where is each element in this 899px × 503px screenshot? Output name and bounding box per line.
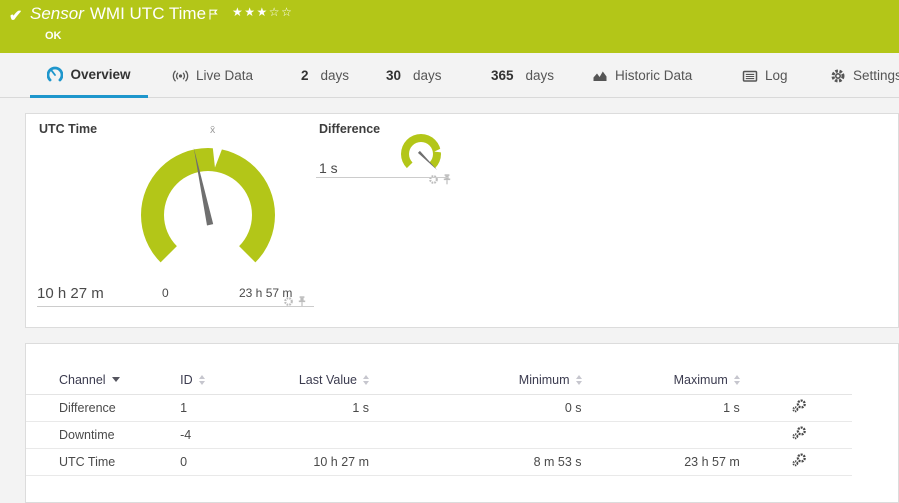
utc-time-scale-min: 0: [162, 286, 169, 300]
maximum-cell: 1 s: [589, 394, 748, 422]
last-value-cell: [278, 421, 378, 449]
tab-label: Historic Data: [615, 68, 693, 83]
column-header-channel[interactable]: Channel: [26, 366, 180, 395]
sort-icon: [363, 374, 370, 385]
area-chart-icon: [592, 68, 608, 83]
log-list-icon: [742, 69, 758, 83]
channel-settings-button[interactable]: [747, 421, 852, 449]
gauge-settings-gear-icon[interactable]: [428, 172, 439, 190]
priority-flag-icon[interactable]: [209, 5, 218, 25]
difference-gauge-title: Difference: [319, 122, 381, 136]
gauge-settings-gear-icon[interactable]: [283, 294, 294, 312]
column-header-last-value[interactable]: Last Value: [278, 366, 378, 395]
id-cell: 1: [179, 394, 279, 422]
status-check-icon: ✔: [9, 8, 23, 25]
channel-settings-button[interactable]: [747, 394, 852, 422]
channel-table: Channel ID Last Value Minimum Maximum Di…: [26, 366, 852, 476]
star-rating[interactable]: ★★★☆☆: [232, 5, 293, 19]
gauge-icon: [47, 66, 64, 82]
channel-gears-icon: [792, 399, 807, 413]
sort-desc-icon: [111, 377, 120, 383]
table-row[interactable]: Downtime -4: [26, 421, 852, 449]
tab-label: 365: [491, 68, 514, 83]
tab-label: 2: [301, 68, 309, 83]
minimum-cell: [377, 421, 590, 449]
minimum-cell: 0 s: [377, 394, 590, 422]
channel-cell: Difference: [26, 394, 180, 422]
id-cell: -4: [179, 421, 279, 449]
tab-label: Overview: [70, 66, 131, 82]
channel-gears-icon: [792, 453, 807, 467]
gauge-pin-icon[interactable]: [442, 172, 452, 190]
channel-gears-icon: [792, 426, 807, 440]
sensor-status-bar: ✔ Sensor WMI UTC Time ★★★☆☆ OK: [0, 0, 899, 53]
minimum-cell: 8 m 53 s: [377, 448, 590, 476]
difference-block-divider: [316, 177, 448, 178]
channel-cell: Downtime: [26, 421, 180, 449]
utc-time-value: 10 h 27 m: [37, 285, 104, 302]
maximum-cell: [589, 421, 748, 449]
column-header-maximum[interactable]: Maximum: [589, 366, 748, 395]
tab-2-days[interactable]: 2 days: [301, 53, 349, 98]
sort-icon: [733, 374, 740, 385]
maximum-cell: 23 h 57 m: [589, 448, 748, 476]
utc-time-gauge: [141, 142, 275, 263]
gauge-pin-icon[interactable]: [297, 294, 307, 312]
column-header-actions: [747, 366, 852, 395]
difference-value: 1 s: [319, 160, 338, 176]
last-value-cell: 10 h 27 m: [278, 448, 378, 476]
tab-label: 30: [386, 68, 402, 83]
tab-bar: Overview Live Data 2 days 30 days 365 days …: [0, 53, 899, 98]
column-header-id[interactable]: ID: [179, 366, 279, 395]
tab-365-days[interactable]: 365 days: [491, 53, 554, 98]
sensor-type-label: Sensor: [30, 4, 84, 23]
last-value-cell: 1 s: [278, 394, 378, 422]
table-header-row: Channel ID Last Value Minimum Maximum: [26, 366, 852, 395]
tab-label: Settings: [853, 68, 899, 83]
sort-icon: [198, 374, 205, 385]
channel-table-body: Difference 1 1 s0 s1 s Downtime -4 UTC Time 0 1…: [26, 394, 852, 476]
tab-label: Live Data: [196, 68, 254, 83]
tab-log[interactable]: Log: [742, 53, 788, 98]
tab-overview[interactable]: Overview: [30, 53, 148, 98]
table-row[interactable]: UTC Time 0 10 h 27 m8 m 53 s 23 h 57 m: [26, 448, 852, 476]
tab-30-days[interactable]: 30 days: [386, 53, 442, 98]
tab-live-data[interactable]: Live Data: [172, 53, 253, 98]
sort-icon: [575, 374, 582, 385]
gauges-panel: UTC Time x̄ 10 h 27 m 0 23 h 57 m Differ…: [25, 113, 899, 328]
live-data-icon: [172, 68, 189, 84]
sensor-status-text: OK: [45, 30, 62, 42]
tab-historic-data[interactable]: Historic Data: [592, 53, 692, 98]
tab-settings[interactable]: Settings: [830, 53, 899, 98]
utc-time-gauge-title: UTC Time: [39, 122, 98, 136]
sensor-title: WMI UTC Time: [89, 4, 207, 23]
channel-settings-button[interactable]: [747, 448, 852, 476]
column-header-minimum[interactable]: Minimum: [377, 366, 590, 395]
id-cell: 0: [179, 448, 279, 476]
channel-cell: UTC Time: [26, 448, 180, 476]
gear-icon: [830, 68, 846, 84]
tab-label: Log: [765, 68, 788, 83]
table-row[interactable]: Difference 1 1 s0 s1 s: [26, 394, 852, 422]
channel-table-panel: Channel ID Last Value Minimum Maximum Di…: [25, 343, 899, 503]
utc-time-block-divider: [37, 306, 314, 307]
